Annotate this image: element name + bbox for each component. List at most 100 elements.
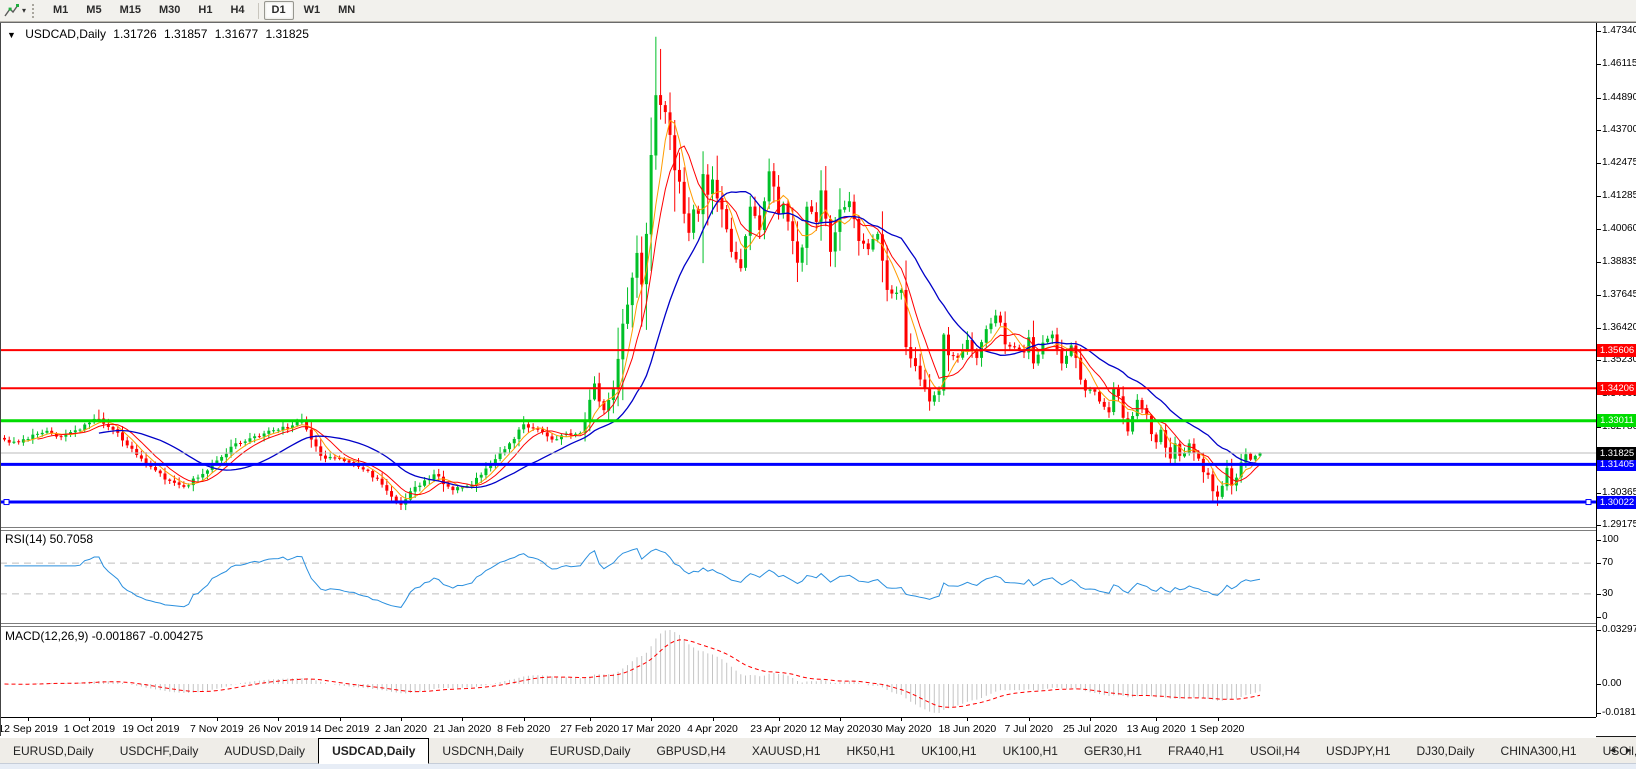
macd-scale-min: -0.01815 [1602, 707, 1636, 718]
panel-separator-rsi[interactable] [0, 527, 1596, 531]
candle-body [1013, 346, 1017, 348]
candle-body [597, 383, 601, 402]
chart-tab-usdchf-daily-1[interactable]: USDCHF,Daily [107, 737, 212, 764]
candle-body [59, 436, 63, 438]
candle-body [989, 323, 993, 330]
chart-tab-ger30-h1-11[interactable]: GER30,H1 [1071, 737, 1155, 764]
candle-body [772, 171, 776, 187]
chart-tab-usoil-h4-13[interactable]: USOil,H4 [1237, 737, 1313, 764]
axis-tick [1597, 563, 1601, 565]
price-panel[interactable] [3, 36, 1262, 511]
candle-body [366, 469, 370, 471]
date-label-12-may-2020: 12 May 2020 [809, 723, 871, 735]
candle-body [1046, 338, 1050, 343]
candle-body [526, 424, 530, 428]
chart-tab-china300-h1-16[interactable]: CHINA300,H1 [1488, 737, 1590, 764]
timeframe-button-w1[interactable]: W1 [296, 1, 329, 20]
candle-body [139, 455, 143, 459]
chart-tab-xauusd-h1-7[interactable]: XAUUSD,H1 [739, 737, 834, 764]
chart-tab-usdcnh-daily-4[interactable]: USDCNH,Daily [429, 737, 536, 764]
time-axis[interactable]: 12 Sep 2019 1 Oct 2019 19 Oct 2019 7 Nov 20… [0, 717, 1596, 738]
timeframe-button-h4[interactable]: H4 [222, 1, 252, 20]
candle-body [984, 329, 988, 343]
chart-tab-hk50-h1-8[interactable]: HK50,H1 [834, 737, 909, 764]
hline-anchor-marker[interactable] [1585, 499, 1592, 506]
candle-body [224, 453, 228, 458]
candle-body [385, 485, 389, 491]
timeframe-button-m30[interactable]: M30 [151, 1, 188, 20]
candle-body [725, 209, 729, 230]
candle-body [734, 251, 738, 260]
candle-body [380, 478, 384, 485]
chart-tab-eurusd-daily-5[interactable]: EURUSD,Daily [537, 737, 644, 764]
timeframe-button-m5[interactable]: M5 [78, 1, 109, 20]
candle-body [347, 460, 351, 463]
candle-body [522, 424, 526, 430]
candle-body [437, 473, 441, 477]
candle-body [895, 292, 899, 294]
panel-separator-macd[interactable] [0, 623, 1596, 627]
timeframe-button-d1[interactable]: D1 [263, 1, 294, 20]
chart-tab-audusd-daily-2[interactable]: AUDUSD,Daily [211, 737, 318, 764]
price-label-1.46115: 1.46115 [1602, 58, 1636, 70]
toolbar-grip[interactable] [32, 3, 38, 18]
timeframe-button-m1[interactable]: M1 [45, 1, 76, 20]
rsi-indicator-label: RSI(14) 50.7058 [5, 532, 94, 546]
candle-body [1116, 388, 1120, 397]
chart-tab-usdjpy-h1-14[interactable]: USDJPY,H1 [1313, 737, 1403, 764]
price-badge-1.35606: 1.35606 [1597, 343, 1636, 357]
candle-body [847, 201, 851, 208]
date-label-13-aug-2020: 13 Aug 2020 [1126, 723, 1186, 735]
tab-scroll-right-icon[interactable]: ► [1624, 744, 1633, 756]
chart-tool-icon[interactable] [3, 3, 21, 19]
candle-body [998, 315, 1002, 323]
price-axis[interactable]: 1.47340 1.46115 1.44890 1.43700 1.42475 1.412… [1596, 23, 1636, 718]
rsi-scale-0: 0 [1602, 611, 1608, 622]
chart-tab-uk100-h1-9[interactable]: UK100,H1 [908, 737, 989, 764]
price-label-1.36420: 1.36420 [1602, 322, 1636, 334]
hline-anchor-marker[interactable] [3, 499, 10, 506]
candle-body [1230, 468, 1234, 486]
candle-body [1003, 322, 1007, 345]
date-label-8-feb-2020: 8 Feb 2020 [497, 723, 551, 735]
chart-window[interactable]: ▼ USDCAD,Daily 1.31726 1.31857 1.31677 1… [0, 22, 1636, 738]
timeframe-button-m15[interactable]: M15 [112, 1, 149, 20]
chart-title: ▼ USDCAD,Daily 1.31726 1.31857 1.31677 1… [7, 27, 313, 41]
candle-body [375, 477, 379, 479]
candle-body [423, 480, 427, 486]
candle-body [319, 446, 323, 456]
candle-body [1036, 354, 1040, 364]
candle-body [17, 441, 21, 443]
collapse-triangle-icon[interactable]: ▼ [7, 30, 16, 40]
date-tick [28, 718, 30, 721]
candle-body [309, 429, 313, 440]
timeframe-button-mn[interactable]: MN [330, 1, 363, 20]
candle-body [753, 206, 757, 216]
candle-body [7, 439, 11, 443]
candle-body [729, 228, 733, 252]
candle-body [744, 236, 748, 268]
chart-tab-gbpusd-h4-6[interactable]: GBPUSD,H4 [643, 737, 738, 764]
timeframe-button-h1[interactable]: H1 [190, 1, 220, 20]
date-label-18-jun-2020: 18 Jun 2020 [938, 723, 997, 735]
chart-tab-uk100-h1-10[interactable]: UK100,H1 [990, 737, 1071, 764]
chart-tab-fra40-h1-12[interactable]: FRA40,H1 [1155, 737, 1237, 764]
candle-body [913, 358, 917, 367]
candle-body [918, 365, 922, 380]
ohlc-high: 1.31857 [164, 27, 208, 41]
candle-body [314, 439, 318, 447]
chart-tab-eurusd-daily-0[interactable]: EURUSD,Daily [0, 737, 107, 764]
chart-tab-usdcad-daily-3[interactable]: USDCAD,Daily [318, 738, 430, 764]
axis-tick [1597, 130, 1601, 131]
candle-body [262, 433, 266, 437]
candle-body [1140, 400, 1144, 409]
chart-tab-dj30-daily-15[interactable]: DJ30,Daily [1404, 737, 1488, 764]
tab-scroll-left-icon[interactable]: ◄ [1608, 744, 1617, 756]
candle-body [1017, 347, 1021, 350]
date-tick [1217, 718, 1219, 721]
rsi-panel[interactable] [0, 548, 1596, 608]
chart-canvas[interactable] [0, 23, 1596, 737]
candle-body [201, 473, 205, 478]
dropdown-caret-icon[interactable]: ▾ [22, 6, 26, 15]
axis-tick [1597, 360, 1601, 362]
